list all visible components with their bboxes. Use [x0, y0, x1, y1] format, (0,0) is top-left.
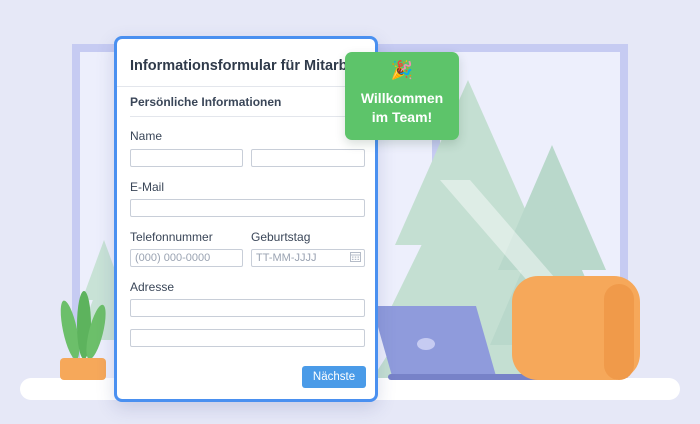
email-label: E-Mail: [130, 180, 165, 194]
next-button[interactable]: Nächste: [302, 366, 366, 388]
welcome-line-2: im Team!: [371, 109, 433, 125]
form-title: Informationsformular für Mitarbeiter: [130, 58, 378, 74]
employee-info-form: Informationsformular für Mitarbeiter Per…: [114, 36, 378, 402]
phone-input[interactable]: [130, 249, 243, 267]
welcome-card: 🎉 Willkommen im Team!: [345, 52, 459, 140]
welcome-message: Willkommen im Team!: [345, 89, 459, 127]
first-name-input[interactable]: [130, 149, 243, 167]
email-input[interactable]: [130, 199, 365, 217]
laptop-logo: [417, 338, 435, 350]
laptop-screen: [372, 306, 496, 376]
calendar-icon[interactable]: [350, 252, 361, 262]
address-line-1-input[interactable]: [130, 299, 365, 317]
name-label: Name: [130, 129, 163, 143]
section-title: Persönliche Informationen: [130, 95, 282, 109]
birthday-input[interactable]: [251, 249, 365, 267]
plant-pot: [60, 358, 106, 380]
birthday-label: Geburtstag: [251, 230, 311, 244]
last-name-input[interactable]: [251, 149, 365, 167]
chair-side: [604, 284, 634, 380]
party-popper-icon: 🎉: [390, 60, 414, 80]
divider: [117, 86, 375, 87]
birthday-field: [251, 249, 365, 267]
welcome-line-1: Willkommen: [360, 90, 444, 106]
phone-label: Telefonnummer: [130, 230, 213, 244]
address-label: Adresse: [130, 280, 175, 294]
divider: [130, 116, 362, 117]
address-line-2-input[interactable]: [130, 329, 365, 347]
